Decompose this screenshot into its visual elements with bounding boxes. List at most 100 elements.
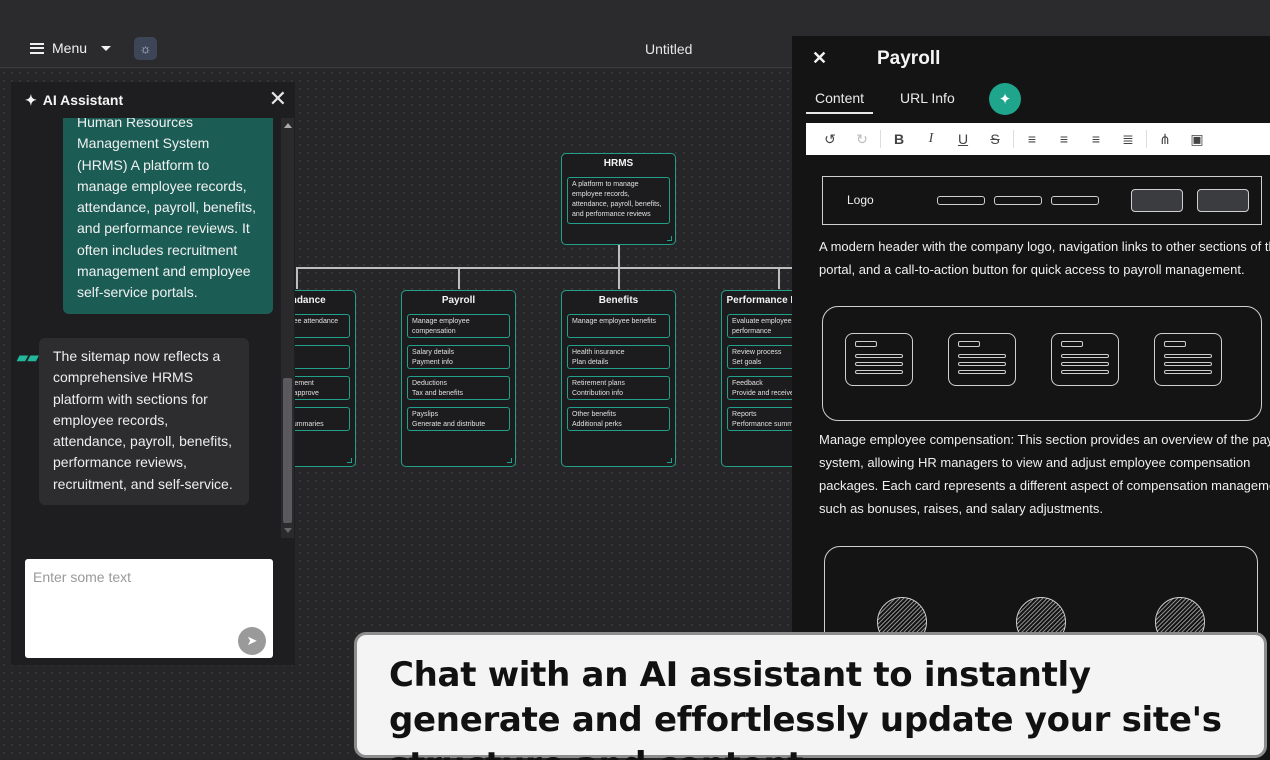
section-line: Payslips — [412, 411, 439, 418]
align-right-icon[interactable]: ≡ — [1080, 131, 1112, 147]
toolbar-divider — [880, 130, 881, 148]
wireframe-card — [1154, 333, 1222, 386]
toolbar-divider — [1146, 130, 1147, 148]
section-line: Additional perks — [572, 421, 622, 428]
undo-icon[interactable]: ↺ — [814, 131, 846, 148]
chat-scrollbar[interactable] — [281, 118, 294, 538]
sun-icon: ☼ — [139, 41, 152, 56]
redo-icon[interactable]: ↻ — [846, 131, 878, 148]
section-text: and performance reviews — [572, 211, 651, 218]
node-section[interactable]: Manage employee benefits — [567, 314, 670, 338]
align-center-icon[interactable]: ≡ — [1048, 131, 1080, 147]
sparkle-icon: ✦ — [25, 91, 37, 108]
connector-line — [778, 267, 780, 289]
node-section[interactable]: Manage employee compensation — [407, 314, 510, 338]
tab-url-info[interactable]: URL Info — [900, 90, 955, 112]
wireframe-nav-link — [994, 196, 1042, 205]
wireframe-card — [845, 333, 913, 386]
section-line: Manage employee benefits — [572, 318, 657, 325]
description-line: packages. Each card represents a differe… — [819, 478, 1270, 493]
italic-icon[interactable]: I — [915, 131, 947, 147]
connector-line — [618, 267, 620, 289]
toolbar-divider — [1013, 130, 1014, 148]
section-line: Salary details — [412, 349, 455, 356]
resize-handle[interactable] — [347, 458, 352, 463]
wireframe-button — [1197, 189, 1249, 212]
caption-text: Chat with an AI assistant to instantly g… — [389, 655, 1222, 760]
section-description[interactable]: Manage employee compensation: This secti… — [819, 428, 1270, 520]
strikethrough-icon[interactable]: S — [979, 131, 1011, 147]
wireframe-card — [1051, 333, 1119, 386]
resize-handle[interactable] — [507, 458, 512, 463]
menu-button[interactable]: Menu — [30, 40, 112, 56]
node-section[interactable]: Payslips Generate and distribute — [407, 407, 510, 431]
node-section[interactable]: Retirement plans Contribution info — [567, 376, 670, 400]
sitemap-icon[interactable]: ⋔ — [1149, 131, 1181, 148]
ai-generate-button[interactable]: ✦ — [989, 83, 1021, 115]
ai-assistant-title: AI Assistant — [42, 92, 124, 108]
sitemap-node-benefits[interactable]: Benefits Manage employee benefits Health… — [561, 290, 676, 467]
menu-label: Menu — [52, 40, 88, 56]
send-button[interactable]: ➤ — [238, 627, 266, 655]
chat-input[interactable] — [25, 559, 273, 658]
layout-icon[interactable]: ▣ — [1181, 131, 1213, 148]
scroll-thumb[interactable] — [283, 378, 292, 523]
section-line: Contribution info — [572, 390, 623, 397]
section-text: attendance, payroll, benefits, — [572, 201, 662, 208]
scroll-up-icon[interactable] — [284, 123, 292, 128]
close-icon[interactable]: ✕ — [812, 48, 827, 69]
underline-icon[interactable]: U — [947, 131, 979, 147]
formatting-toolbar: ↺ ↻ B I U S ≡ ≡ ≡ ≣ ⋔ ▣ — [806, 123, 1270, 155]
section-line: Health insurance — [572, 349, 625, 356]
resize-handle[interactable] — [667, 458, 672, 463]
sitemap-node-hrms[interactable]: HRMS A platform to manage employee recor… — [561, 153, 676, 245]
wireframe-card — [948, 333, 1016, 386]
tab-content[interactable]: Content — [806, 90, 874, 114]
node-title: Benefits — [598, 295, 639, 306]
node-section[interactable]: Other benefits Additional perks — [567, 407, 670, 431]
node-section[interactable]: Health insurance Plan details — [567, 345, 670, 369]
section-line: Other benefits — [572, 411, 616, 418]
close-icon[interactable]: ✕ — [269, 88, 287, 110]
align-justify-icon[interactable]: ≣ — [1112, 131, 1144, 148]
scroll-down-icon[interactable] — [284, 528, 292, 533]
connector-line — [296, 267, 298, 289]
node-section[interactable]: A platform to manage employee records, a… — [567, 177, 670, 224]
node-title: Payroll — [441, 295, 476, 306]
section-line: Generate and distribute — [412, 421, 486, 428]
connector-line — [618, 245, 620, 269]
wireframe-nav-link — [937, 196, 985, 205]
description-line: Manage employee compensation: This secti… — [819, 432, 1270, 447]
node-title: HRMS — [603, 158, 634, 169]
cards-wireframe[interactable] — [822, 306, 1262, 421]
document-title[interactable]: Untitled — [645, 41, 692, 57]
send-icon: ➤ — [246, 633, 258, 648]
section-line: Manage employee — [412, 318, 470, 325]
align-left-icon[interactable]: ≡ — [1016, 131, 1048, 147]
editor-title: Payroll — [877, 48, 941, 69]
ai-message: The sitemap now reflects a comprehensive… — [39, 338, 249, 506]
section-line: compensation — [412, 328, 456, 335]
node-section[interactable]: Deductions Tax and benefits — [407, 376, 510, 400]
ai-avatar-icon: ▰▰ — [17, 349, 39, 365]
resize-handle[interactable] — [667, 236, 672, 241]
description-line: such as bonuses, raises, and salary adju… — [819, 501, 1103, 516]
chat-history[interactable]: Human Resources Management System (HRMS)… — [11, 118, 281, 518]
theme-toggle-button[interactable]: ☼ — [134, 37, 157, 60]
sparkle-icon: ✦ — [998, 91, 1012, 108]
user-message: Human Resources Management System (HRMS)… — [63, 118, 273, 314]
description-line: portal, and a call-to-action button for … — [819, 262, 1245, 277]
node-section[interactable]: Salary details Payment info — [407, 345, 510, 369]
header-wireframe[interactable]: Logo — [822, 176, 1262, 225]
sitemap-node-payroll[interactable]: Payroll Manage employee compensation Sala… — [401, 290, 516, 467]
ai-assistant-header: ✦ AI Assistant — [11, 82, 295, 118]
wireframe-logo: Logo — [847, 193, 874, 207]
section-line: Retirement plans — [572, 380, 625, 387]
header-description[interactable]: A modern header with the company logo, n… — [819, 235, 1270, 281]
section-line: Tax and benefits — [412, 390, 463, 397]
section-text: employee records, — [572, 191, 630, 198]
bold-icon[interactable]: B — [883, 131, 915, 147]
description-line: A modern header with the company logo, n… — [819, 239, 1270, 254]
connector-line — [296, 267, 792, 269]
section-line: Plan details — [572, 359, 609, 366]
